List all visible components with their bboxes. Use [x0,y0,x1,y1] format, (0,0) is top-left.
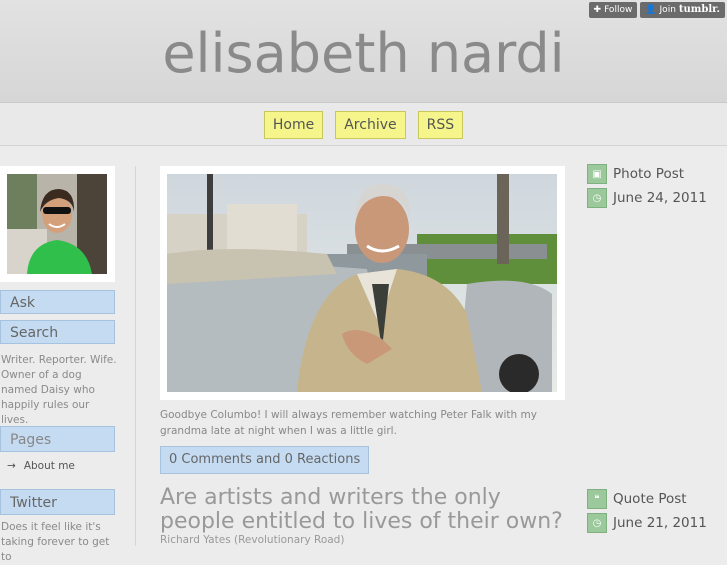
twitter-heading: Twitter [0,489,115,515]
quote-source: Richard Yates (Revolutionary Road) [160,534,345,546]
nav-archive[interactable]: Archive [335,111,406,139]
post-type-quote[interactable]: ❝ Quote Post [587,489,687,509]
photo-caption: Goodbye Columbo! I will always remember … [160,409,537,437]
comments-button[interactable]: 0 Comments and 0 Reactions [160,446,370,474]
site-title[interactable]: elisabeth nardi [0,22,727,85]
photo-frame [160,166,565,400]
user-icon: 👤 [645,5,657,15]
bio-text: Writer. Reporter. Wife. Owner of a dog n… [1,354,117,426]
plus-icon: ✚ [593,5,602,15]
main-nav: Home Archive RSS [0,111,727,139]
arrow-right-icon: → [7,460,16,472]
quote-icon: ❝ [587,489,607,509]
post-photo[interactable] [167,174,557,392]
post-date-photo[interactable]: ◷ June 24, 2011 [587,188,707,208]
nav-home[interactable]: Home [263,111,324,139]
post-type-photo[interactable]: ▣ Photo Post [587,164,684,184]
quote-text: Are artists and writers the only people … [160,485,563,534]
about-me-link[interactable]: → About me [7,460,75,472]
pages-heading: Pages [0,426,115,452]
avatar [7,174,107,274]
search-button[interactable]: Search [0,320,115,344]
clock-icon: ◷ [587,188,607,208]
camera-icon: ▣ [587,164,607,184]
post-date-quote[interactable]: ◷ June 21, 2011 [587,513,707,533]
avatar-frame [0,166,115,282]
ask-button[interactable]: Ask [0,290,115,314]
join-tumblr-button[interactable]: 👤 Join tumblr. [640,2,725,18]
column-divider [135,166,136,546]
nav-rss[interactable]: RSS [417,111,464,139]
follow-button[interactable]: ✚ Follow [588,2,638,18]
clock-icon: ◷ [587,513,607,533]
tumblr-controls: ✚ Follow 👤 Join tumblr. [588,2,725,18]
twitter-text: Does it feel like it's taking forever to… [1,521,110,563]
